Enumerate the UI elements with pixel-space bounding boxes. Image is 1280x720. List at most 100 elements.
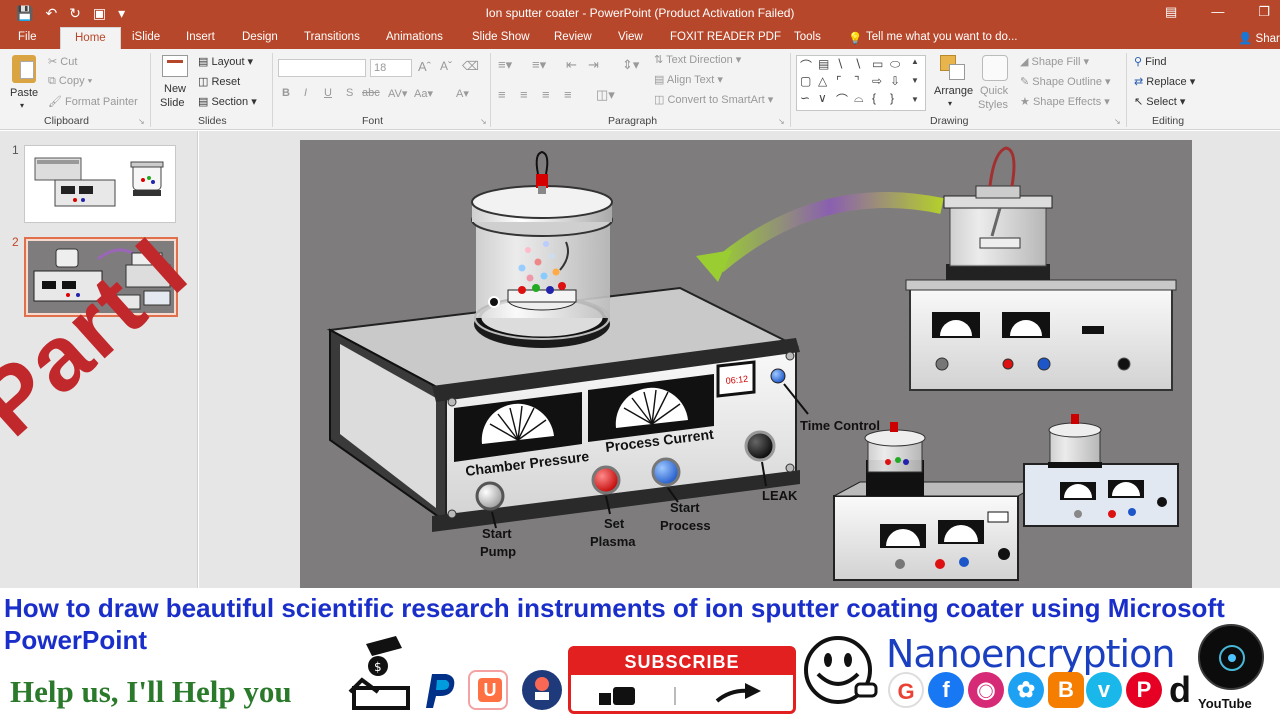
- dialog-launcher-icon[interactable]: ↘: [1114, 117, 1121, 126]
- curve-shape-icon[interactable]: ⌓: [854, 91, 864, 106]
- grow-font-icon[interactable]: Aˆ: [418, 59, 431, 74]
- line-shape-icon[interactable]: ∖: [854, 57, 862, 71]
- copy-icon: ⧉: [48, 75, 56, 87]
- numbering-icon[interactable]: ≡▾: [532, 57, 546, 73]
- maximize-icon[interactable]: ❐: [1258, 4, 1270, 20]
- connector-shape-icon[interactable]: ⌜: [836, 74, 842, 88]
- replace-button[interactable]: ⇄ Replace ▾: [1134, 75, 1195, 88]
- font-name-input[interactable]: [278, 59, 366, 77]
- window-title: Ion sputter coater - PowerPoint (Product…: [485, 6, 795, 20]
- shape-fill-button[interactable]: ◢ Shape Fill ▾: [1020, 55, 1089, 68]
- brace-shape-icon[interactable]: {: [872, 91, 876, 105]
- connector-shape-icon[interactable]: ⌝: [854, 74, 860, 88]
- change-case-icon[interactable]: Aa▾: [414, 87, 433, 100]
- align-right-icon[interactable]: ≡: [542, 87, 550, 102]
- tab-animations[interactable]: Animations: [386, 31, 443, 43]
- scroll-down-icon[interactable]: ▼: [911, 76, 919, 85]
- reset-button[interactable]: ◫ Reset: [198, 75, 240, 88]
- shape-effects-button[interactable]: ★ Shape Effects ▾: [1020, 95, 1110, 108]
- find-button[interactable]: ⚲ Find: [1134, 55, 1167, 68]
- video-banner: How to draw beautiful scientific researc…: [0, 588, 1280, 720]
- bold-icon[interactable]: B: [282, 87, 290, 99]
- dialog-launcher-icon[interactable]: ↘: [778, 117, 785, 126]
- paste-icon: [12, 55, 36, 83]
- paste-button[interactable]: Paste ▾: [8, 53, 40, 111]
- convert-smartart-button[interactable]: ◫ Convert to SmartArt ▾: [654, 93, 773, 106]
- strikethrough-icon[interactable]: abc: [362, 87, 380, 99]
- italic-icon[interactable]: I: [304, 87, 307, 99]
- subscribe-button[interactable]: SUBSCRIBE: [568, 646, 796, 714]
- textbox-shape-icon[interactable]: ▤: [818, 57, 829, 71]
- down-arrow-shape-icon[interactable]: ⇩: [890, 74, 900, 88]
- underline-icon[interactable]: U: [324, 87, 332, 99]
- tell-me-input[interactable]: Tell me what you want to do...: [866, 31, 1018, 43]
- rect-shape-icon[interactable]: ▢: [800, 74, 811, 88]
- shape-outline-button[interactable]: ✎ Shape Outline ▾: [1020, 75, 1111, 88]
- slide-canvas[interactable]: Chamber Pressure Process Current 06:12 T…: [300, 140, 1192, 588]
- increase-indent-icon[interactable]: ⇥: [588, 57, 599, 73]
- layout-button[interactable]: ▤ Layout ▾: [198, 55, 253, 68]
- ribbon-tabs: File Home iSlide Insert Design Transitio…: [0, 27, 1280, 49]
- arrange-button[interactable]: Arrange ▾: [934, 53, 976, 113]
- tab-design[interactable]: Design: [242, 31, 278, 43]
- slide-artwork: Chamber Pressure Process Current 06:12 T…: [326, 146, 1179, 581]
- effects-icon: ★: [1020, 96, 1030, 108]
- label-start-pump-2: Pump: [480, 544, 516, 559]
- gallery-more-icon[interactable]: ▼: [911, 95, 919, 104]
- tab-review[interactable]: Review: [554, 31, 592, 43]
- align-left-icon[interactable]: ≡: [498, 87, 506, 102]
- quick-styles-button[interactable]: Quick Styles: [976, 53, 1016, 113]
- shrink-font-icon[interactable]: Aˇ: [440, 59, 452, 73]
- dialog-launcher-icon[interactable]: ↘: [138, 117, 145, 126]
- line-shape-icon[interactable]: ∖: [836, 57, 844, 71]
- tab-home[interactable]: Home: [60, 27, 121, 49]
- arc-shape-icon[interactable]: ⌒: [800, 57, 812, 74]
- oval-shape-icon[interactable]: ⬭: [890, 57, 900, 72]
- brace-shape-icon[interactable]: }: [890, 91, 894, 105]
- curve-shape-icon[interactable]: ∽: [800, 91, 810, 105]
- rectangle-shape-icon[interactable]: ▭: [872, 57, 883, 71]
- cut-button[interactable]: ✂ Cut: [48, 55, 77, 68]
- line-spacing-icon[interactable]: ⇕▾: [622, 57, 639, 73]
- right-arrow-shape-icon[interactable]: ⇨: [872, 74, 882, 88]
- minimize-icon[interactable]: —: [1211, 4, 1224, 20]
- dialog-launcher-icon[interactable]: ↘: [480, 117, 487, 126]
- tab-file[interactable]: File: [18, 31, 37, 43]
- tab-insert[interactable]: Insert: [186, 31, 215, 43]
- shapes-gallery[interactable]: ⌒ ▤ ∖ ∖ ▭ ⬭ ▢ △ ⌜ ⌝ ⇨ ⇩ ∽ ∨ ⌒ ⌓ { } ▲ ▼ …: [796, 55, 926, 111]
- scroll-up-icon[interactable]: ▲: [911, 57, 919, 66]
- section-button[interactable]: ▤ Section ▾: [198, 95, 257, 108]
- group-label-clipboard: Clipboard: [44, 115, 89, 127]
- new-slide-button[interactable]: New Slide: [158, 53, 192, 113]
- columns-icon[interactable]: ◫▾: [596, 87, 615, 103]
- share-button[interactable]: 👤 Share: [1238, 31, 1280, 45]
- tab-transitions[interactable]: Transitions: [304, 31, 360, 43]
- tab-slide-show[interactable]: Slide Show: [472, 31, 530, 43]
- font-color-icon[interactable]: A▾: [456, 87, 469, 100]
- clear-format-icon[interactable]: ⌫: [462, 59, 479, 73]
- align-center-icon[interactable]: ≡: [520, 87, 528, 102]
- font-size-input[interactable]: 18: [370, 59, 412, 77]
- justify-icon[interactable]: ≡: [564, 87, 572, 102]
- tab-islide[interactable]: iSlide: [132, 31, 160, 43]
- text-direction-button[interactable]: ⇅ Text Direction ▾: [654, 53, 741, 66]
- char-spacing-icon[interactable]: AV▾: [388, 87, 407, 100]
- format-painter-button[interactable]: 🖌 Format Painter: [48, 95, 138, 108]
- section-icon: ▤: [198, 96, 209, 108]
- select-button[interactable]: ↖ Select ▾: [1134, 95, 1185, 108]
- tab-view[interactable]: View: [618, 31, 643, 43]
- decrease-indent-icon[interactable]: ⇤: [566, 57, 577, 73]
- slide-thumbnail-1[interactable]: [24, 145, 176, 223]
- ribbon-display-icon[interactable]: ▤: [1165, 4, 1177, 20]
- paypal-icon: [426, 674, 455, 708]
- triangle-shape-icon[interactable]: △: [818, 74, 827, 88]
- freeform-shape-icon[interactable]: ∨: [818, 91, 827, 105]
- tab-foxit[interactable]: FOXIT READER PDF: [670, 31, 781, 43]
- bullets-icon[interactable]: ≡▾: [498, 57, 512, 73]
- copy-button[interactable]: ⧉ Copy ▾: [48, 75, 92, 88]
- tab-tools[interactable]: Tools: [794, 31, 821, 43]
- arc-shape-icon[interactable]: ⌒: [836, 91, 848, 108]
- find-icon: ⚲: [1134, 56, 1143, 68]
- align-text-button[interactable]: ▤ Align Text ▾: [654, 73, 723, 86]
- shadow-icon[interactable]: S: [346, 87, 353, 99]
